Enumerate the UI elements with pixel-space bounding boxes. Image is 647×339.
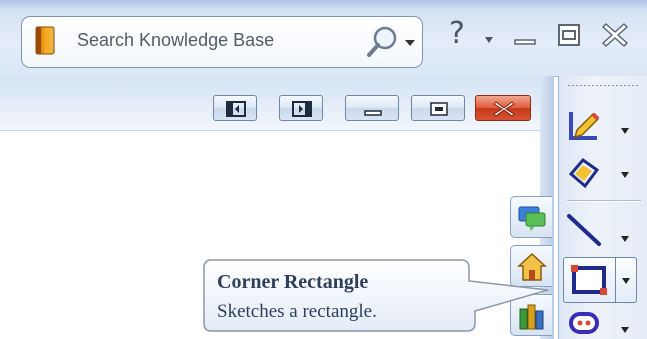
corner-rectangle-icon (571, 265, 607, 295)
tooltip-title: Corner Rectangle (217, 271, 369, 293)
help-icon[interactable]: ? (440, 14, 474, 54)
sketch-icon[interactable] (565, 106, 603, 144)
search-dropdown-icon[interactable] (404, 38, 416, 48)
minimize-icon (364, 110, 382, 116)
line-icon[interactable] (565, 210, 603, 248)
tooltip-description: Sketches a rectangle. (217, 301, 377, 322)
toolbar-grip[interactable] (567, 84, 639, 87)
title-bar: Search Knowledge Base ? (0, 0, 647, 77)
tile-right-icon (292, 101, 312, 117)
help-dropdown-icon[interactable] (484, 36, 494, 44)
toolbar-separator (567, 200, 641, 201)
search-input[interactable]: Search Knowledge Base (77, 30, 274, 51)
sketch-dropdown-icon[interactable] (621, 128, 629, 134)
resources-icon (518, 206, 546, 231)
line-dropdown-icon[interactable] (621, 236, 629, 242)
sketch-toolbar (558, 76, 647, 339)
minimize-icon[interactable] (510, 20, 540, 50)
document-minimize-button[interactable] (345, 95, 399, 121)
smart-dimension-dropdown-icon[interactable] (621, 172, 629, 178)
smart-dimension-icon[interactable] (565, 154, 603, 192)
button-divider (615, 258, 616, 302)
corner-rectangle-button[interactable] (563, 257, 637, 303)
application-window: Search Knowledge Base ? Corner Rectangle… (0, 0, 647, 339)
rectangle-dropdown-icon[interactable] (622, 278, 630, 284)
slot-icon[interactable] (565, 306, 603, 339)
tooltip: Corner Rectangle Sketches a rectangle. (203, 259, 549, 332)
magnifier-icon[interactable] (365, 25, 399, 59)
search-box[interactable]: Search Knowledge Base (21, 16, 423, 68)
tile-left-icon (226, 101, 246, 117)
tab-solidworks-resources[interactable] (510, 196, 552, 238)
book-icon (35, 26, 55, 55)
maximize-icon[interactable] (554, 20, 584, 50)
document-close-button[interactable] (475, 95, 531, 121)
close-icon (493, 101, 515, 117)
next-window-button[interactable] (279, 95, 323, 121)
document-maximize-button[interactable] (411, 95, 465, 121)
previous-window-button[interactable] (213, 95, 257, 121)
title-bar-strip (0, 0, 647, 8)
slot-dropdown-icon[interactable] (621, 327, 629, 333)
restore-icon (430, 102, 448, 116)
document-header (0, 76, 554, 131)
close-icon[interactable] (600, 20, 630, 50)
